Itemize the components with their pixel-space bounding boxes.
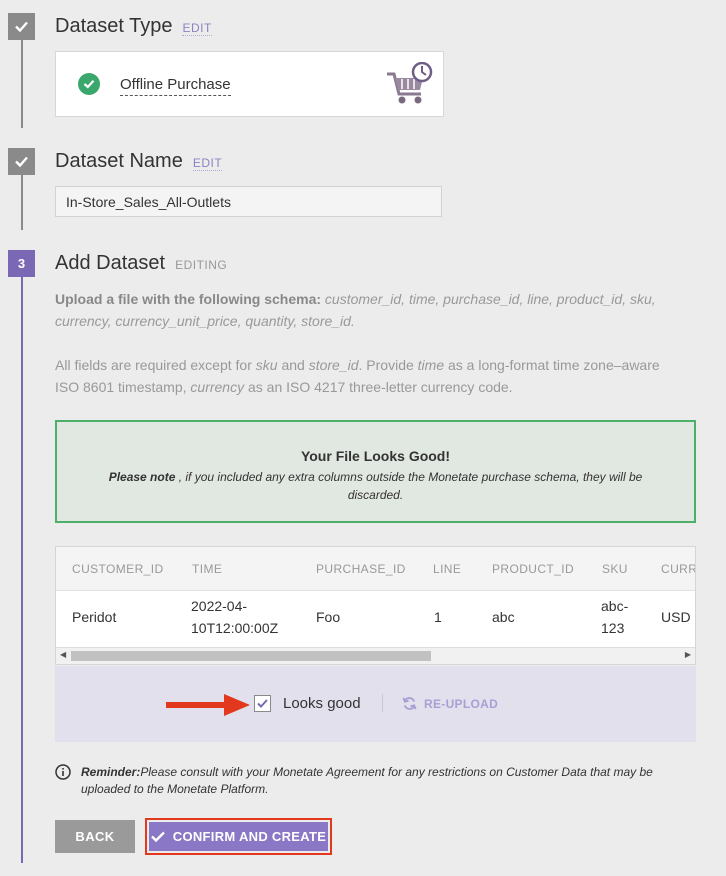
step-1-title: Dataset Type [55, 15, 173, 37]
success-note-bold: Please note [108, 470, 176, 484]
requirements-description: All fields are required except for sku a… [55, 354, 675, 398]
cell-sku-line-2: 123 [601, 620, 625, 636]
cell-sku-line-1: abc- [601, 598, 629, 614]
step-2-header: Dataset Name EDIT [55, 150, 223, 173]
column-header: CUSTOMER_ID [72, 562, 164, 576]
column-header: PURCHASE_ID [316, 562, 406, 576]
step-3-title: Add Dataset [55, 252, 166, 274]
shopping-cart-clock-icon [387, 62, 433, 104]
column-header: CURR [661, 562, 696, 576]
horizontal-scrollbar[interactable]: ◀ ▶ [56, 647, 695, 664]
step-rail-3 [21, 277, 23, 863]
reupload-button[interactable]: RE-UPLOAD [402, 696, 498, 711]
edit-dataset-type-link[interactable]: EDIT [182, 21, 212, 36]
step-2-check-badge [8, 148, 35, 175]
scroll-left-arrow-icon[interactable]: ◀ [60, 650, 66, 659]
cell-customer-id: Peridot [72, 609, 117, 625]
scrollbar-thumb[interactable] [71, 651, 431, 661]
reminder-bold: Reminder: [81, 765, 141, 779]
edit-dataset-name-link[interactable]: EDIT [192, 156, 223, 171]
step-1-header: Dataset Type EDIT [55, 15, 212, 38]
step-rail-1 [21, 40, 23, 128]
cell-purchase-id: Foo [316, 609, 341, 625]
file-validation-success-box: Your File Looks Good! Please note , if y… [55, 420, 696, 523]
req-sku: sku [255, 357, 278, 373]
success-title: Your File Looks Good! [300, 448, 451, 464]
step-2-title: Dataset Name [55, 150, 183, 172]
step-1-check-badge [8, 13, 35, 40]
dataset-name-field: In-Store_Sales_All-Outlets [55, 186, 442, 217]
req-text: and [277, 357, 309, 373]
checkbox-check-icon [257, 699, 268, 708]
confirm-bar: Looks good RE-UPLOAD [55, 666, 696, 742]
req-store-id: store_id [308, 357, 359, 373]
req-text: . Provide [358, 357, 418, 373]
cell-time-line-2: 10T12:00:00Z [191, 620, 279, 636]
checkmark-icon [15, 156, 28, 167]
cell-currency: USD [661, 609, 691, 625]
refresh-icon [402, 697, 417, 710]
column-header: SKU [602, 562, 628, 576]
schema-lead: Upload a file with the following schema: [55, 291, 322, 307]
req-text: All fields are required except for [55, 357, 256, 373]
success-note: Please note , if you included any extra … [87, 468, 664, 504]
looks-good-label[interactable]: Looks good [283, 695, 361, 712]
req-currency: currency [190, 379, 245, 395]
success-note-text: , if you included any extra columns outs… [175, 470, 643, 502]
scroll-right-arrow-icon[interactable]: ▶ [685, 650, 691, 659]
column-header: TIME [192, 562, 223, 576]
reminder-text: Reminder:Please consult with your Moneta… [55, 764, 705, 798]
req-text: as an ISO 4217 three-letter currency cod… [244, 379, 513, 395]
schema-description: Upload a file with the following schema:… [55, 288, 675, 332]
cell-line: 1 [434, 609, 442, 625]
reupload-label: RE-UPLOAD [424, 696, 499, 711]
success-check-icon [78, 73, 100, 95]
annotation-arrow-icon [166, 694, 250, 716]
preview-table[interactable]: CUSTOMER_ID TIME PURCHASE_ID LINE PRODUC… [55, 546, 696, 665]
table-header-row: CUSTOMER_ID TIME PURCHASE_ID LINE PRODUC… [56, 547, 695, 591]
step-3-number-badge: 3 [8, 250, 35, 277]
step-rail-2 [21, 175, 23, 230]
req-time: time [417, 357, 445, 373]
dataset-type-label: Offline Purchase [120, 76, 231, 96]
column-header: PRODUCT_ID [492, 562, 575, 576]
checkmark-icon [150, 831, 165, 842]
cell-time-line-1: 2022-04- [191, 598, 248, 614]
column-header: LINE [433, 562, 462, 576]
step-3-status: EDITING [175, 258, 228, 272]
confirm-and-create-button[interactable]: CONFIRM AND CREATE [149, 822, 328, 851]
confirm-button-label: CONFIRM AND CREATE [172, 829, 327, 844]
looks-good-checkbox[interactable] [254, 695, 271, 712]
divider [382, 694, 383, 712]
checkmark-icon [15, 21, 28, 32]
step-3-header: Add Dataset EDITING [55, 252, 227, 275]
dataset-type-card: Offline Purchase [55, 51, 444, 117]
cell-product-id: abc [492, 609, 515, 625]
back-button[interactable]: BACK [55, 820, 135, 853]
reminder-body: Please consult with your Monetate Agreem… [81, 765, 653, 796]
